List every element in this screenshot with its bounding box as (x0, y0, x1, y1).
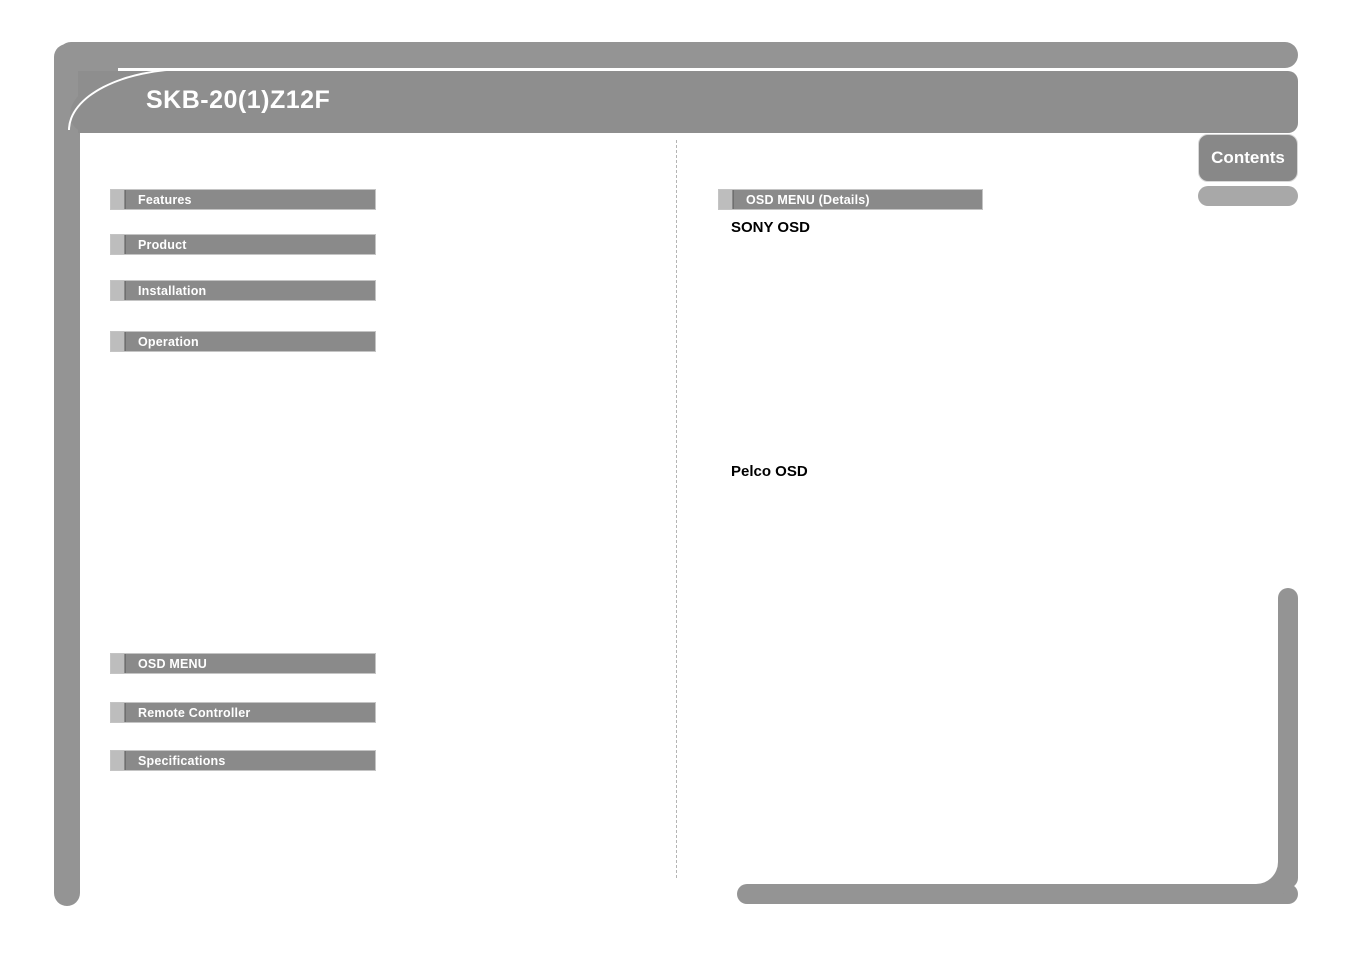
nav-button-installation[interactable]: Installation (110, 280, 376, 301)
contents-tab-label: Contents (1211, 148, 1285, 167)
nav-button-osd-menu-details[interactable]: OSD MENU (Details) (718, 189, 983, 210)
nav-button-accent-tab (111, 281, 125, 300)
nav-button-label: Specifications (138, 753, 226, 768)
nav-button-body: Operation (125, 332, 375, 351)
nav-button-label: Operation (138, 334, 199, 349)
nav-button-accent-tab (111, 703, 125, 722)
nav-button-label: Remote Controller (138, 705, 251, 720)
column-divider (676, 140, 677, 878)
section-heading-pelco-osd: Pelco OSD (731, 463, 808, 480)
nav-button-label: Product (138, 237, 187, 252)
frame-bottom-rail (737, 884, 1298, 904)
nav-button-body: Remote Controller (125, 703, 375, 722)
nav-button-body: OSD MENU (125, 654, 375, 673)
nav-button-accent-tab (719, 190, 733, 209)
frame-left-rail (54, 44, 80, 906)
nav-button-body: Features (125, 190, 375, 209)
nav-button-label: Installation (138, 283, 207, 298)
nav-button-label: Features (138, 192, 192, 207)
nav-button-operation[interactable]: Operation (110, 331, 376, 352)
nav-button-product[interactable]: Product (110, 234, 376, 255)
nav-button-specifications[interactable]: Specifications (110, 750, 376, 771)
contents-tab-shadow (1198, 186, 1298, 206)
nav-button-accent-tab (111, 332, 125, 351)
nav-button-body: Specifications (125, 751, 375, 770)
page-title: SKB-20(1)Z12F (146, 86, 331, 114)
frame-top-strip (58, 42, 1298, 68)
frame-right-rail (1278, 588, 1298, 888)
nav-button-remote-controller[interactable]: Remote Controller (110, 702, 376, 723)
nav-button-label: OSD MENU (Details) (746, 192, 870, 207)
nav-button-osd-menu[interactable]: OSD MENU (110, 653, 376, 674)
nav-button-accent-tab (111, 751, 125, 770)
contents-tab[interactable]: Contents (1198, 134, 1298, 182)
nav-button-body: Product (125, 235, 375, 254)
nav-button-body: OSD MENU (Details) (733, 190, 982, 209)
nav-button-accent-tab (111, 235, 125, 254)
nav-button-accent-tab (111, 190, 125, 209)
nav-button-features[interactable]: Features (110, 189, 376, 210)
nav-button-accent-tab (111, 654, 125, 673)
page-root: SKB-20(1)Z12F Contents Features Product In… (0, 0, 1350, 954)
nav-button-label: OSD MENU (138, 656, 207, 671)
section-heading-sony-osd: SONY OSD (731, 219, 810, 236)
nav-button-body: Installation (125, 281, 375, 300)
